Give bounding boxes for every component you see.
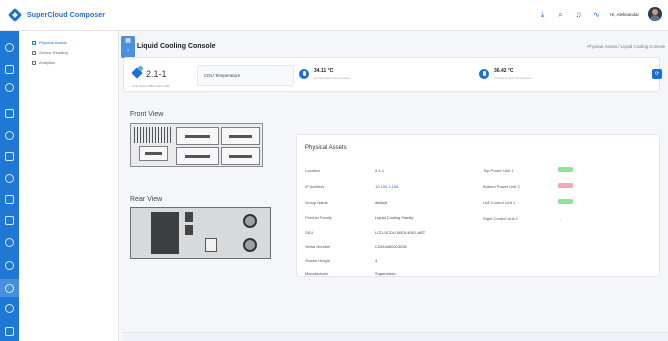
asset-label: Serial Number: [305, 244, 331, 250]
rear-port: [185, 225, 193, 235]
assets-icon: [32, 40, 36, 45]
metric-label: CDU Temperature: [204, 73, 241, 78]
asset-value: Supermicro: [375, 271, 396, 277]
status-badge: [558, 183, 573, 188]
bottom-power-unit-slot[interactable]: [176, 147, 219, 165]
users-icon[interactable]: [5, 238, 14, 247]
server-icon[interactable]: [5, 152, 14, 161]
thermometer-icon: [479, 69, 489, 79]
secondary-nav: Physical Assets Sensor Reading Analytics: [19, 31, 119, 341]
unit-label: Bottom Power Unit 2: [483, 184, 520, 189]
notification-bell-icon[interactable]: ♫: [574, 10, 583, 19]
user-name[interactable]: Hi, Aleksandar: [610, 12, 639, 17]
top-power-unit-slot[interactable]: [176, 127, 219, 145]
front-view-label: Front View: [130, 111, 164, 118]
top-header: SuperCloud Composer ⤓ ⌕ ♫ ∿ Hi, Aleksand…: [0, 0, 668, 31]
supercloud-logo-icon: [7, 7, 23, 23]
condensation-temp-value: 34.11 °C: [314, 68, 334, 74]
coolant-supply-temp-value: 36.42 °C: [494, 68, 514, 74]
breadcrumb[interactable]: Physical Assets / Liquid Cooling Console: [587, 44, 665, 49]
rear-psu-block: [151, 212, 179, 254]
nav-item-physical-assets[interactable]: Physical Assets: [32, 40, 67, 45]
unit-label: Left Control Unit 1: [483, 200, 516, 205]
page-title: Liquid Cooling Console: [137, 43, 216, 50]
asset-label: SKU: [305, 230, 314, 236]
asset-value: LCD-SCDU-0BOL4001-ABT: [375, 230, 426, 236]
device-sku: LCD-SCDU-0BOL4001-ABT: [132, 84, 170, 88]
rear-view-label: Rear View: [130, 196, 163, 203]
physical-assets-card: Physical Assets Location 2.1-1 IP Addres…: [296, 134, 660, 277]
storage-icon[interactable]: [5, 109, 14, 118]
globe-icon[interactable]: [5, 174, 14, 183]
refresh-icon: ⟳: [654, 71, 660, 77]
database-icon[interactable]: [5, 195, 14, 204]
rear-fan: [243, 214, 257, 228]
liquid-cooling-device-icon: [131, 66, 144, 79]
header-actions: ⤓ ⌕ ♫ ∿ Hi, Aleksandar: [538, 7, 662, 21]
dashboard-icon[interactable]: [5, 65, 14, 74]
shield-icon[interactable]: [5, 131, 14, 140]
device-summary-card: 2.1-1 LCD-SCDU-0BOL4001-ABT CDU Temperat…: [123, 57, 662, 92]
avatar[interactable]: [648, 7, 662, 21]
download-icon[interactable]: ⤓: [538, 10, 547, 19]
asset-label: Group Name: [305, 199, 328, 205]
status-value: -: [560, 216, 562, 221]
brand[interactable]: SuperCloud Composer: [7, 7, 106, 23]
rear-vent: [131, 208, 143, 244]
front-panel-slot[interactable]: [139, 146, 168, 161]
asset-value: Liquid Cooling Family: [375, 215, 414, 221]
asset-value: C2544450023030: [375, 244, 407, 250]
footer-strip: [123, 332, 668, 341]
status-badge: [558, 199, 573, 204]
thermometer-icon: [299, 69, 309, 79]
asset-label: Product Family: [305, 215, 332, 221]
rear-port: [185, 212, 193, 222]
unit-label: Right Control Unit 2: [483, 216, 518, 221]
nav-item-sensor-reading[interactable]: Sensor Reading: [32, 50, 68, 55]
monitor-icon[interactable]: [5, 83, 14, 92]
power-icon[interactable]: [5, 304, 14, 313]
nav-item-label: Analytics: [39, 60, 56, 65]
activity-icon[interactable]: ∿: [592, 10, 601, 19]
ip-address-link[interactable]: 10.150.1.156: [375, 184, 398, 189]
asset-label: Location: [305, 168, 321, 173]
asset-label: Shown Height: [305, 257, 330, 263]
front-vent: [134, 127, 172, 143]
search-icon[interactable]: ⌕: [556, 10, 565, 19]
status-badge: [558, 167, 573, 172]
collapse-nav-button[interactable]: ▦ ›: [121, 36, 135, 58]
coolant-supply-temp-caption: Coolant Supply Temperature: [494, 76, 532, 80]
grid-icon: ▦: [125, 38, 131, 44]
cdu-temperature-box: CDU Temperature: [197, 65, 294, 86]
device-name: 2.1-1: [146, 69, 167, 79]
home-icon[interactable]: [5, 43, 14, 52]
nav-item-analytics[interactable]: Analytics: [32, 60, 55, 65]
chevron-right-icon: ›: [127, 48, 129, 54]
asset-label: Manufacturer: [305, 271, 329, 277]
bottom-control-unit-slot[interactable]: [221, 147, 260, 165]
unit-label: Top Power Unit 1: [483, 168, 514, 173]
rear-view-chassis: [130, 207, 271, 259]
rear-slot: [205, 238, 217, 252]
nav-item-label: Sensor Reading: [39, 50, 68, 55]
settings-icon[interactable]: [5, 261, 14, 270]
asset-value: default: [375, 199, 388, 205]
nav-item-label: Physical Assets: [39, 40, 67, 45]
asset-label: IP Address: [305, 183, 325, 189]
cooling-icon[interactable]: [5, 284, 14, 293]
condensation-temp-caption: Condensation Temperature: [314, 76, 351, 80]
icon-rail: [0, 31, 19, 341]
top-control-unit-slot[interactable]: [221, 127, 260, 145]
assets-title: Physical Assets: [305, 145, 347, 151]
sensor-icon: [32, 50, 36, 55]
analytics-icon: [32, 60, 36, 65]
network-icon[interactable]: [5, 216, 14, 225]
refresh-button[interactable]: ⟳: [652, 69, 662, 79]
tools-icon[interactable]: [5, 327, 14, 336]
asset-value: 2.1-1: [375, 168, 385, 173]
asset-value: 4: [375, 257, 378, 263]
brand-name: SuperCloud Composer: [27, 11, 106, 19]
front-view-chassis: [130, 123, 263, 167]
rear-fan: [243, 238, 257, 252]
